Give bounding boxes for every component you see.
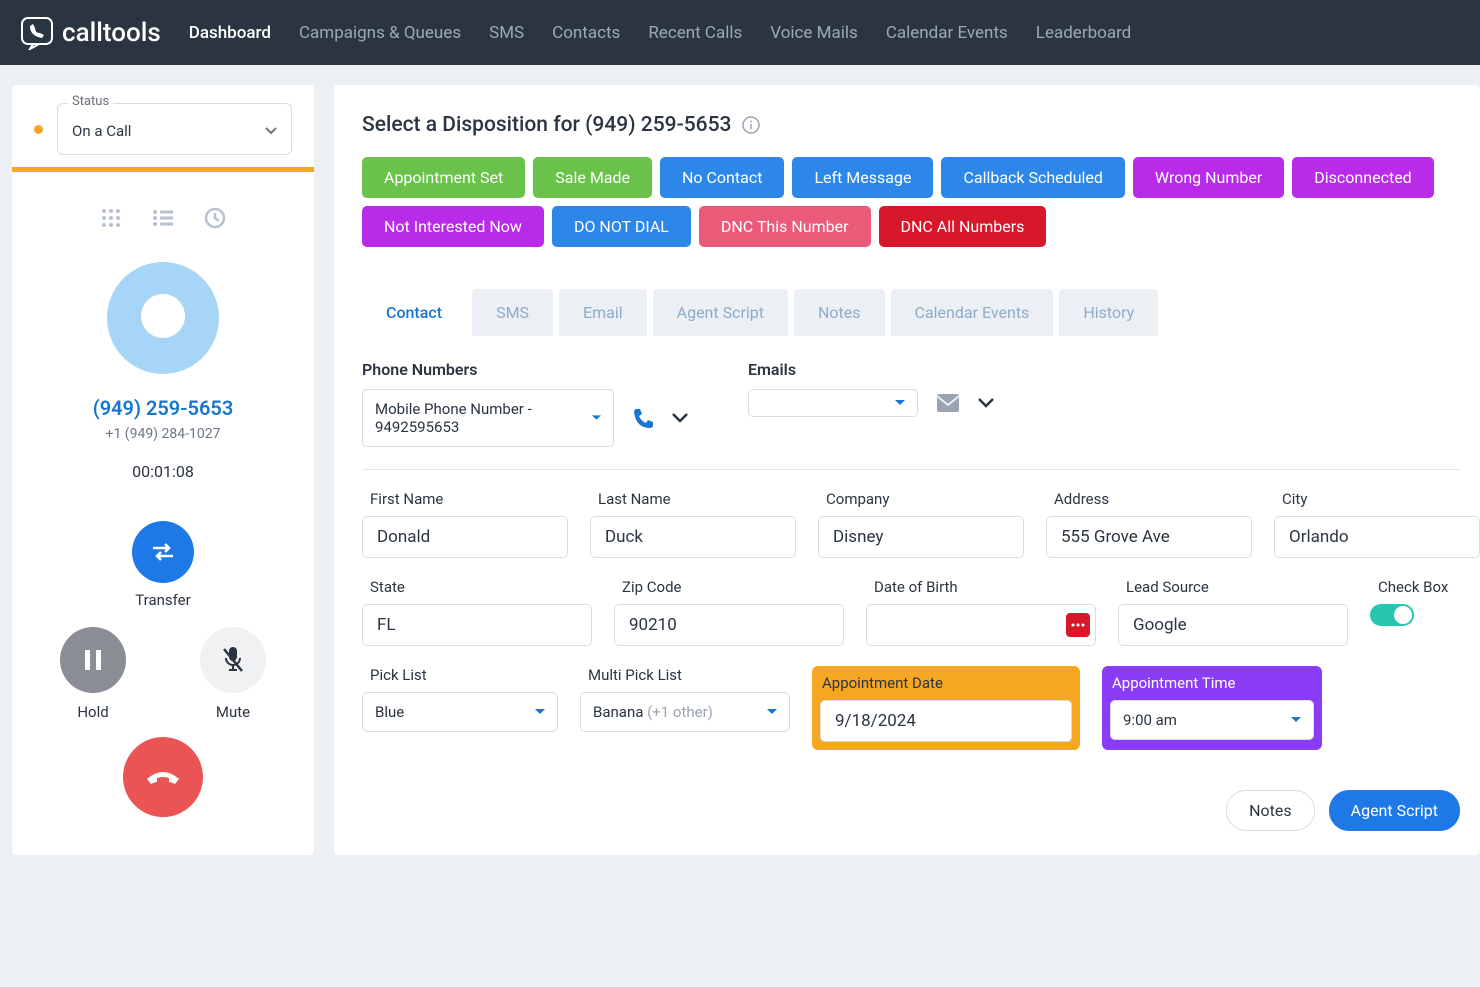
transfer-button[interactable]: [132, 521, 194, 583]
chevron-down-icon: [767, 709, 777, 715]
zip-field[interactable]: [614, 604, 844, 646]
city-field[interactable]: [1274, 516, 1480, 558]
avatar: [107, 262, 219, 374]
lead-source-field[interactable]: [1118, 604, 1348, 646]
email-select[interactable]: [748, 389, 918, 417]
pause-icon: [83, 648, 103, 672]
pick-list-select[interactable]: Blue: [362, 692, 558, 732]
transfer-label: Transfer: [12, 591, 314, 609]
hangup-icon: [143, 767, 183, 787]
transfer-icon: [149, 542, 177, 562]
call-sidebar: Status On a Call (949) 259-5653 +1 (949)…: [12, 85, 314, 855]
company-field[interactable]: [818, 516, 1024, 558]
list-icon[interactable]: [151, 206, 175, 230]
nav-contacts[interactable]: Contacts: [552, 23, 620, 43]
disposition-callback-scheduled[interactable]: Callback Scheduled: [941, 157, 1124, 198]
logo: calltools: [20, 16, 161, 50]
tab-email[interactable]: Email: [559, 289, 647, 336]
emails-label: Emails: [748, 360, 994, 379]
tab-agent-script[interactable]: Agent Script: [653, 289, 788, 336]
hold-button[interactable]: [60, 627, 126, 693]
call-timer: 00:01:08: [12, 462, 314, 481]
nav-calendar-events[interactable]: Calendar Events: [886, 23, 1008, 43]
multi-pick-select[interactable]: Banana (+1 other): [580, 692, 790, 732]
tab-sms[interactable]: SMS: [472, 289, 553, 336]
agent-script-button[interactable]: Agent Script: [1329, 790, 1460, 831]
chevron-down-icon: [535, 709, 545, 715]
notes-button[interactable]: Notes: [1226, 790, 1315, 831]
phone-number-select[interactable]: Mobile Phone Number - 9492595653: [362, 389, 614, 447]
tab-contact[interactable]: Contact: [362, 289, 466, 336]
info-icon[interactable]: [742, 116, 760, 134]
dialpad-icon[interactable]: [99, 206, 123, 230]
chevron-down-icon: [895, 400, 905, 406]
main-panel: Select a Disposition for (949) 259-5653 …: [334, 85, 1480, 855]
chevron-down-icon[interactable]: [672, 413, 688, 423]
tab-calendar-events[interactable]: Calendar Events: [891, 289, 1054, 336]
address-field[interactable]: [1046, 516, 1252, 558]
appointment-date-field[interactable]: [820, 700, 1072, 742]
state-field[interactable]: [362, 604, 592, 646]
appointment-time-select[interactable]: 9:00 am: [1110, 700, 1314, 740]
hold-label: Hold: [77, 703, 108, 721]
phone-numbers-label: Phone Numbers: [362, 360, 688, 379]
disposition-appointment-set[interactable]: Appointment Set: [362, 157, 525, 198]
phone-call-icon[interactable]: [632, 407, 654, 429]
nav-leaderboard[interactable]: Leaderboard: [1036, 23, 1131, 43]
status-value: On a Call: [72, 122, 131, 140]
disposition-dnc-all-numbers[interactable]: DNC All Numbers: [879, 206, 1047, 247]
nav-dashboard[interactable]: Dashboard: [189, 23, 271, 43]
chevron-down-icon[interactable]: [978, 398, 994, 408]
primary-phone[interactable]: (949) 259-5653: [12, 396, 314, 420]
disposition-sale-made[interactable]: Sale Made: [533, 157, 652, 198]
mic-off-icon: [221, 646, 245, 674]
disposition-no-contact[interactable]: No Contact: [660, 157, 784, 198]
nav-voice-mails[interactable]: Voice Mails: [770, 23, 858, 43]
nav-sms[interactable]: SMS: [489, 23, 524, 43]
email-icon[interactable]: [936, 393, 960, 413]
mute-button[interactable]: [200, 627, 266, 693]
hangup-button[interactable]: [123, 737, 203, 817]
mute-label: Mute: [216, 703, 250, 721]
tab-history[interactable]: History: [1059, 289, 1158, 336]
tab-notes[interactable]: Notes: [794, 289, 885, 336]
disposition-dnc-this-number[interactable]: DNC This Number: [699, 206, 871, 247]
date-picker-icon[interactable]: [1066, 613, 1090, 637]
disposition-title: Select a Disposition for (949) 259-5653: [362, 113, 1480, 137]
disposition-not-interested-now[interactable]: Not Interested Now: [362, 206, 544, 247]
disposition-do-not-dial[interactable]: DO NOT DIAL: [552, 206, 691, 247]
history-icon[interactable]: [203, 206, 227, 230]
disposition-left-message[interactable]: Left Message: [792, 157, 933, 198]
nav-recent-calls[interactable]: Recent Calls: [648, 23, 742, 43]
last-name-field[interactable]: [590, 516, 796, 558]
chevron-down-icon: [265, 127, 277, 135]
status-select[interactable]: Status On a Call: [57, 103, 292, 155]
logo-icon: [20, 16, 54, 50]
dob-field[interactable]: [866, 604, 1096, 646]
disposition-wrong-number[interactable]: Wrong Number: [1133, 157, 1284, 198]
chevron-down-icon: [1291, 717, 1301, 723]
nav-campaigns-queues[interactable]: Campaigns & Queues: [299, 23, 461, 43]
checkbox-toggle[interactable]: [1370, 604, 1414, 626]
disposition-disconnected[interactable]: Disconnected: [1292, 157, 1433, 198]
secondary-phone: +1 (949) 284-1027: [12, 426, 314, 442]
chevron-down-icon: [592, 415, 601, 421]
top-nav: calltools Dashboard Campaigns & Queues SMS…: [0, 0, 1480, 65]
status-dot-icon: [34, 125, 43, 134]
first-name-field[interactable]: [362, 516, 568, 558]
divider: [362, 469, 1460, 470]
